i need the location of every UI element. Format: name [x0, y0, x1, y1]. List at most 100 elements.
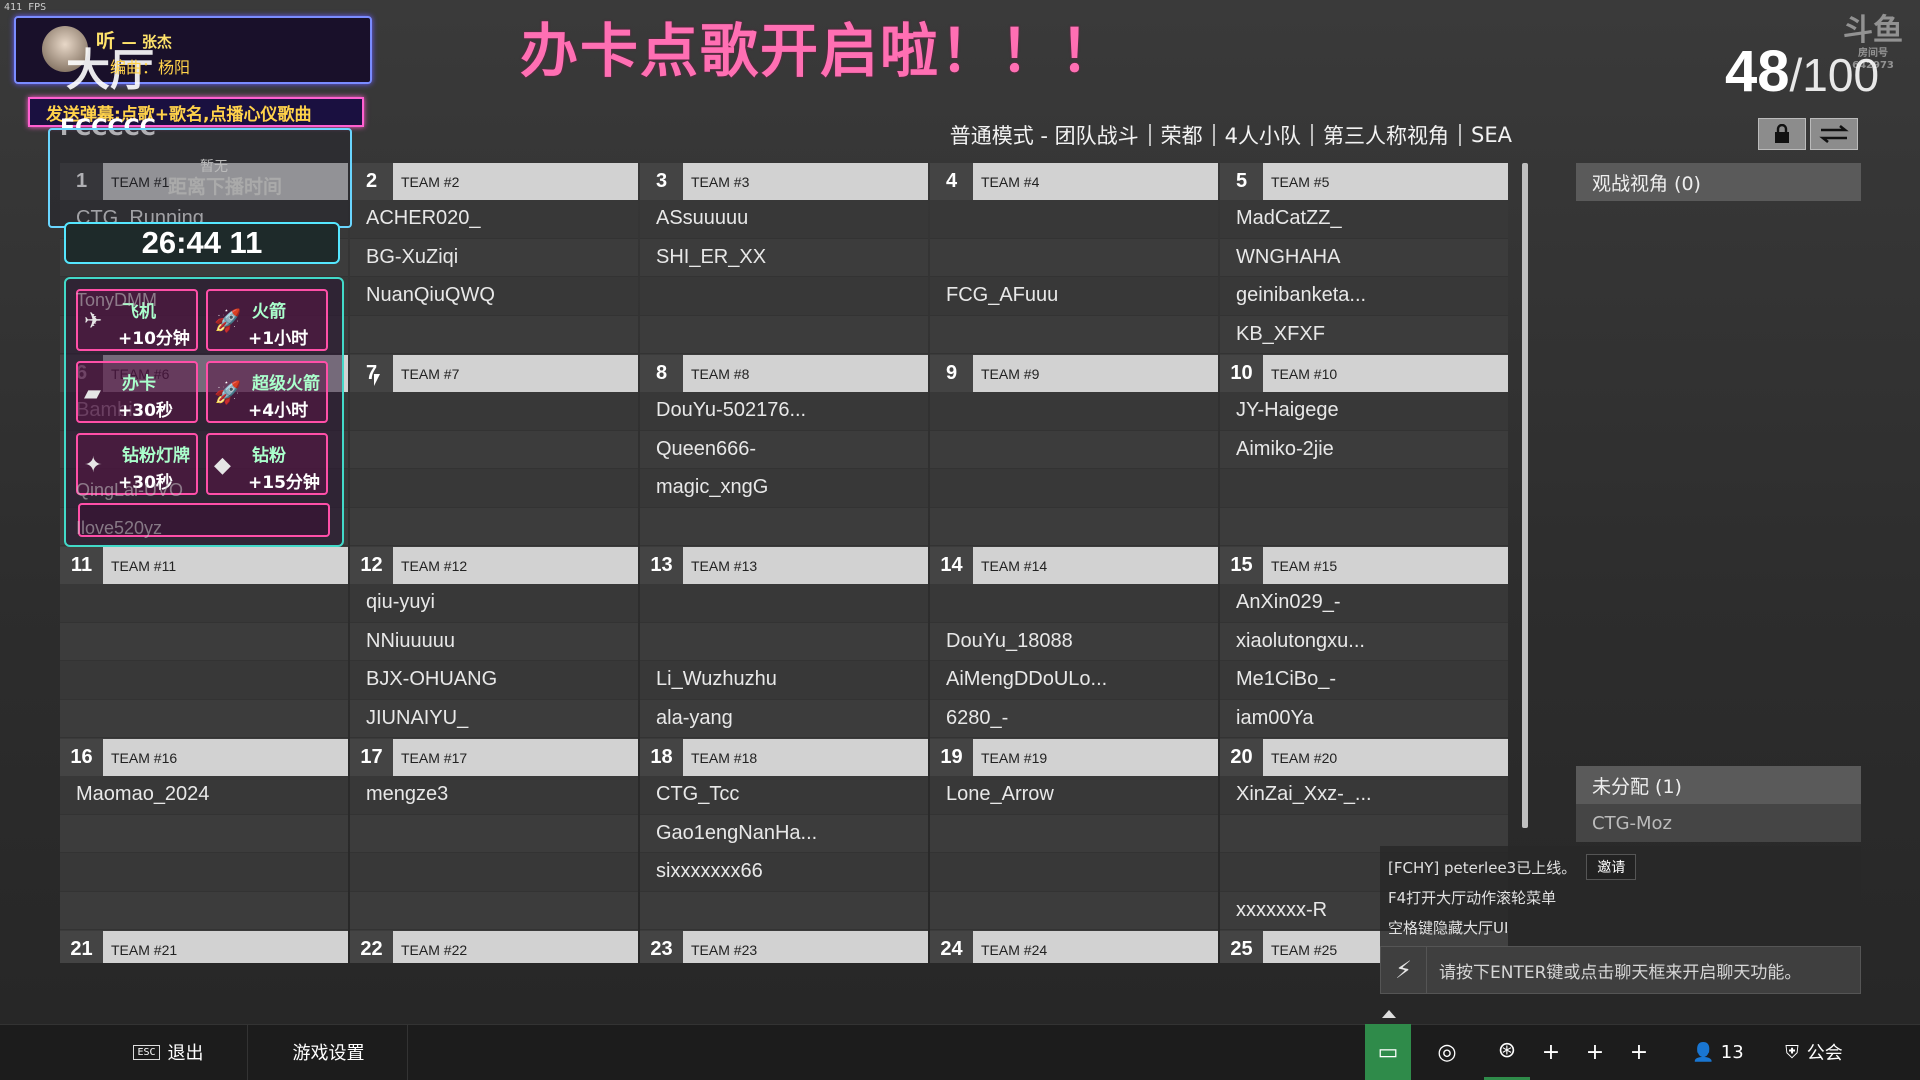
team-card[interactable]: 23 TEAM #23 [640, 931, 928, 963]
player-slot[interactable]: ACHER020_ [350, 200, 638, 239]
player-slot[interactable]: Aimiko-2jie [1220, 430, 1508, 469]
player-slot[interactable]: WNGHAHA [1220, 238, 1508, 277]
player-slot[interactable]: NuanQiuQWQ [350, 277, 638, 316]
player-slot[interactable]: SHI_ER_XX [640, 238, 928, 277]
game-settings-button[interactable]: 游戏设置 [250, 1024, 408, 1080]
chat-toggle-button[interactable]: ▭ [1365, 1024, 1411, 1080]
player-slot[interactable]: BG-XuZiqi [350, 238, 638, 277]
team-header[interactable]: 5 TEAM #5 [1220, 163, 1508, 200]
team-card[interactable]: 7 TEAM #7 [350, 355, 638, 547]
team-header[interactable]: 15 TEAM #15 [1220, 547, 1508, 584]
team-card[interactable]: 5 TEAM #5 MadCatZZ_ WNGHAHA geinibanketa... K… [1220, 163, 1508, 355]
player-slot[interactable] [350, 891, 638, 930]
invite-button[interactable]: 邀请 [1586, 854, 1637, 880]
team-card[interactable]: 12 TEAM #12 qiu-yuyi NNiuuuuu BJX-OHUANG JIUN… [350, 547, 638, 739]
team-card[interactable]: 11 TEAM #11 [60, 547, 348, 739]
team-header[interactable]: 8 TEAM #8 [640, 355, 928, 392]
player-slot[interactable]: KB_XFXF [1220, 315, 1508, 354]
team-header[interactable]: 2 TEAM #2 [350, 163, 638, 200]
swap-button[interactable] [1810, 118, 1858, 150]
player-slot[interactable]: 6280_- [930, 699, 1218, 738]
player-slot[interactable] [640, 622, 928, 661]
spectator-header[interactable]: 观战视角 (0) [1576, 163, 1861, 201]
player-slot[interactable] [350, 507, 638, 546]
player-slot[interactable] [930, 469, 1218, 508]
team-header[interactable]: 23 TEAM #23 [640, 931, 928, 963]
player-slot[interactable]: BJX-OHUANG [350, 661, 638, 700]
player-slot[interactable]: DouYu-502176... [640, 392, 928, 431]
player-slot[interactable] [640, 891, 928, 930]
player-slot[interactable] [640, 277, 928, 316]
player-slot[interactable] [1220, 507, 1508, 546]
player-slot[interactable]: DouYu_18088 [930, 622, 1218, 661]
player-slot[interactable]: NNiuuuuu [350, 622, 638, 661]
team-header[interactable]: 19 TEAM #19 [930, 739, 1218, 776]
player-slot[interactable] [930, 200, 1218, 239]
player-slot[interactable]: XinZai_Xxz-_... [1220, 776, 1508, 815]
add-slot-button[interactable]: + [1572, 1024, 1618, 1080]
team-header[interactable]: 24 TEAM #24 [930, 931, 1218, 963]
player-slot[interactable] [60, 891, 348, 930]
player-slot[interactable] [60, 853, 348, 892]
team-header[interactable]: 16 TEAM #16 [60, 739, 348, 776]
player-slot[interactable]: JY-Haigege [1220, 392, 1508, 431]
player-slot[interactable]: geinibanketa... [1220, 277, 1508, 316]
team-card[interactable]: 18 TEAM #18 CTG_Tcc Gao1engNanHa... sixxxxxx… [640, 739, 928, 931]
player-slot[interactable] [350, 392, 638, 431]
player-slot[interactable] [350, 315, 638, 354]
friends-button[interactable]: 👤 13 [1678, 1024, 1758, 1080]
player-slot[interactable] [350, 430, 638, 469]
team-card[interactable]: 10 TEAM #10 JY-Haigege Aimiko-2jie [1220, 355, 1508, 547]
team-card[interactable]: 9 TEAM #9 [930, 355, 1218, 547]
player-slot[interactable]: Gao1engNanHa... [640, 814, 928, 853]
player-slot[interactable]: Me1CiBo_- [1220, 661, 1508, 700]
team-card[interactable]: 3 TEAM #3 ASsuuuuu SHI_ER_XX [640, 163, 928, 355]
team-card[interactable]: 4 TEAM #4 FCG_AFuuu [930, 163, 1218, 355]
player-slot[interactable]: MadCatZZ_ [1220, 200, 1508, 239]
player-slot[interactable] [350, 814, 638, 853]
player-slot[interactable]: Maomao_2024 [60, 776, 348, 815]
player-slot[interactable]: sixxxxxxx66 [640, 853, 928, 892]
team-header[interactable]: 3 TEAM #3 [640, 163, 928, 200]
player-slot[interactable]: magic_xngG [640, 469, 928, 508]
player-slot[interactable]: xiaolutongxu... [1220, 622, 1508, 661]
player-slot[interactable] [350, 469, 638, 508]
chevron-up-icon[interactable] [1382, 1010, 1396, 1018]
add-slot-button[interactable]: + [1616, 1024, 1662, 1080]
player-slot[interactable] [350, 853, 638, 892]
team-header[interactable]: 13 TEAM #13 [640, 547, 928, 584]
team-header[interactable]: 20 TEAM #20 [1220, 739, 1508, 776]
unassigned-header[interactable]: 未分配 (1) [1576, 766, 1861, 804]
team-header[interactable]: 21 TEAM #21 [60, 931, 348, 963]
compass-button[interactable]: ◎ [1424, 1024, 1470, 1080]
team-card[interactable]: 16 TEAM #16 Maomao_2024 [60, 739, 348, 931]
player-slot[interactable]: mengze3 [350, 776, 638, 815]
player-slot[interactable] [930, 315, 1218, 354]
player-slot[interactable] [930, 392, 1218, 431]
team-header[interactable]: 17 TEAM #17 [350, 739, 638, 776]
player-slot[interactable]: AiMengDDoULo... [930, 661, 1218, 700]
team-card[interactable]: 2 TEAM #2 ACHER020_ BG-XuZiqi NuanQiuQWQ [350, 163, 638, 355]
team-header[interactable]: 18 TEAM #18 [640, 739, 928, 776]
player-slot[interactable]: Lone_Arrow [930, 776, 1218, 815]
player-slot[interactable] [60, 661, 348, 700]
team-card[interactable]: 17 TEAM #17 mengze3 [350, 739, 638, 931]
player-slot[interactable] [640, 315, 928, 354]
player-slot[interactable]: Queen666- [640, 430, 928, 469]
player-slot[interactable]: CTG_Tcc [640, 776, 928, 815]
player-slot[interactable] [930, 891, 1218, 930]
lock-button[interactable] [1758, 118, 1806, 150]
player-slot[interactable]: Li_Wuzhuzhu [640, 661, 928, 700]
emblem-button[interactable]: ⊛ [1484, 1024, 1530, 1080]
player-slot[interactable] [930, 814, 1218, 853]
player-slot[interactable] [1220, 469, 1508, 508]
add-slot-button[interactable]: + [1528, 1024, 1574, 1080]
team-card[interactable]: 14 TEAM #14 DouYu_18088 AiMengDDoULo... 6280… [930, 547, 1218, 739]
player-slot[interactable] [930, 238, 1218, 277]
player-slot[interactable] [60, 622, 348, 661]
team-header[interactable]: 10 TEAM #10 [1220, 355, 1508, 392]
player-slot[interactable]: AnXin029_- [1220, 584, 1508, 623]
player-slot[interactable]: ala-yang [640, 699, 928, 738]
lightning-icon[interactable]: ⚡ [1381, 947, 1427, 993]
player-slot[interactable] [640, 584, 928, 623]
